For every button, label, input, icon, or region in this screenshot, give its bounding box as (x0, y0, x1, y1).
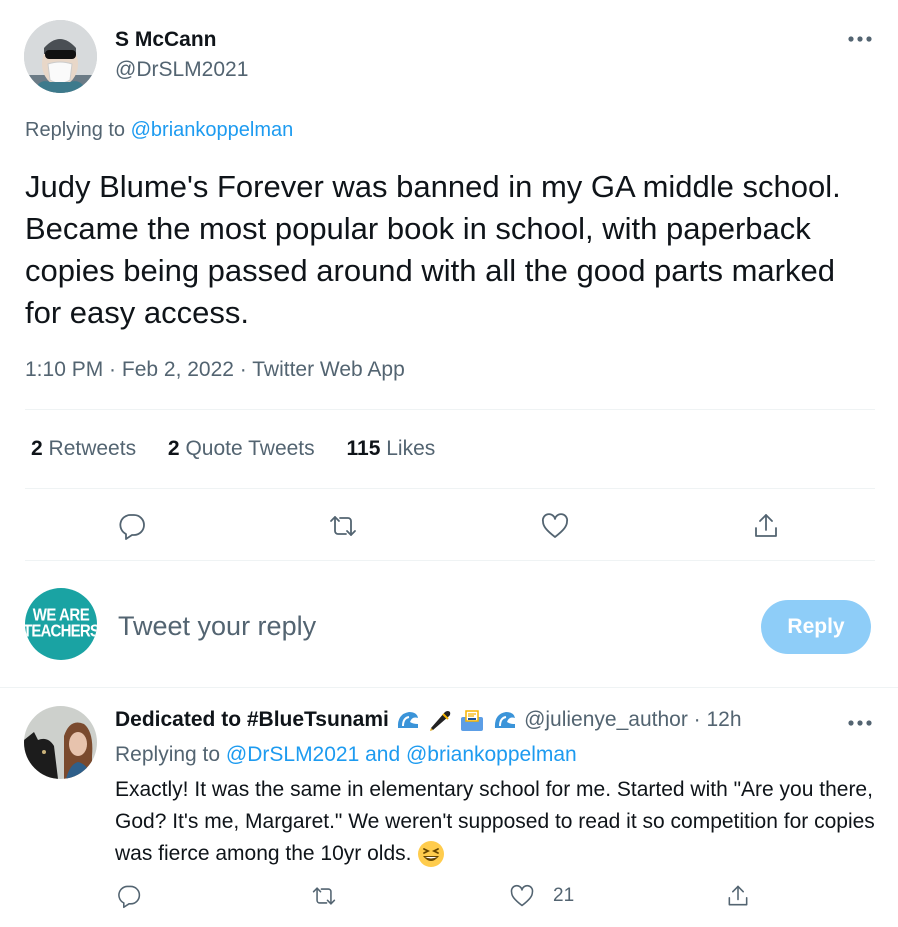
more-horizontal-icon (848, 720, 872, 726)
share-button[interactable] (746, 506, 786, 546)
like-button[interactable] (535, 506, 575, 546)
reply-retweet-button[interactable] (306, 878, 342, 914)
reply-author-emojis (395, 708, 524, 732)
heart-icon (510, 884, 534, 907)
reply-icon (118, 885, 141, 909)
reply-author-avatar-image (24, 706, 97, 779)
quotes-count: 2 (167, 437, 180, 460)
retweets-stat[interactable]: 2 Retweets (31, 437, 142, 460)
pen-emoji-icon (429, 711, 450, 732)
tweet-stats: 2 Retweets 2 Quote Tweets 115 Likes (31, 437, 435, 461)
retweet-button[interactable] (323, 506, 363, 546)
reply-submit-button[interactable]: Reply (761, 600, 871, 654)
user-avatar[interactable]: WE ARE TEACHERS (25, 588, 97, 660)
reply-more-options-button[interactable] (842, 708, 878, 738)
reply-text: Exactly! It was the same in elementary s… (115, 778, 875, 865)
reply-replying-prefix: Replying to (115, 743, 221, 766)
retweets-label: Retweets (48, 437, 137, 460)
quotes-stat[interactable]: 2 Quote Tweets (168, 437, 321, 460)
ballot-box-emoji-icon (461, 710, 484, 732)
replying-to-link[interactable]: @briankoppelman (131, 119, 294, 141)
divider (25, 560, 875, 561)
tweet-text: Judy Blume's Forever was banned in my GA… (25, 169, 841, 330)
reply-like-button[interactable] (504, 878, 540, 914)
divider (25, 409, 875, 410)
likes-label: Likes (386, 437, 436, 460)
author-avatar[interactable] (24, 20, 97, 93)
divider (25, 488, 875, 489)
reply-handle-time[interactable]: @julienye_author · 12h (524, 708, 741, 731)
likes-count: 115 (346, 437, 381, 460)
grinning-squinting-face-icon (418, 841, 445, 868)
retweet-icon (330, 516, 356, 536)
reply-input[interactable]: Tweet your reply (118, 611, 738, 642)
author-avatar-image (24, 20, 97, 93)
reply-likes-count: 21 (553, 885, 575, 906)
replying-to-line: Replying to @briankoppelman (25, 119, 293, 142)
replying-prefix: Replying to (25, 119, 126, 141)
heart-icon (542, 513, 568, 538)
reply-author-avatar[interactable] (24, 706, 97, 779)
retweets-count: 2 (31, 437, 43, 460)
divider (0, 687, 898, 688)
reply-text-block: Exactly! It was the same in elementary s… (115, 774, 875, 870)
author-name[interactable]: S McCann (115, 28, 217, 52)
reply-share-button[interactable] (720, 878, 756, 914)
reply-icon (119, 514, 145, 540)
reply-replying-to-line: Replying to @DrSLM2021 and @briankoppelm… (115, 743, 577, 767)
tweet-meta[interactable]: 1:10 PM · Feb 2, 2022 · Twitter Web App (25, 358, 405, 382)
author-handle[interactable]: @DrSLM2021 (115, 58, 248, 82)
quotes-label: Quote Tweets (185, 437, 315, 460)
share-icon (755, 514, 777, 537)
more-options-button[interactable] (842, 24, 878, 54)
reply-header: Dedicated to #BlueTsunami @julienye_auth… (115, 708, 742, 732)
share-icon (728, 885, 748, 906)
reply-reply-button[interactable] (111, 878, 147, 914)
reply-replying-to-links[interactable]: @DrSLM2021 and @briankoppelman (226, 743, 577, 766)
more-horizontal-icon (848, 36, 872, 42)
retweet-icon (312, 887, 336, 905)
likes-stat[interactable]: 115 Likes (347, 437, 436, 460)
wave-emoji-icon (495, 712, 516, 729)
avatar-text-line2: TEACHERS (25, 621, 97, 642)
reply-author-name[interactable]: Dedicated to #BlueTsunami (115, 708, 389, 731)
reply-button[interactable] (112, 506, 152, 546)
wave-emoji-icon (397, 712, 418, 729)
